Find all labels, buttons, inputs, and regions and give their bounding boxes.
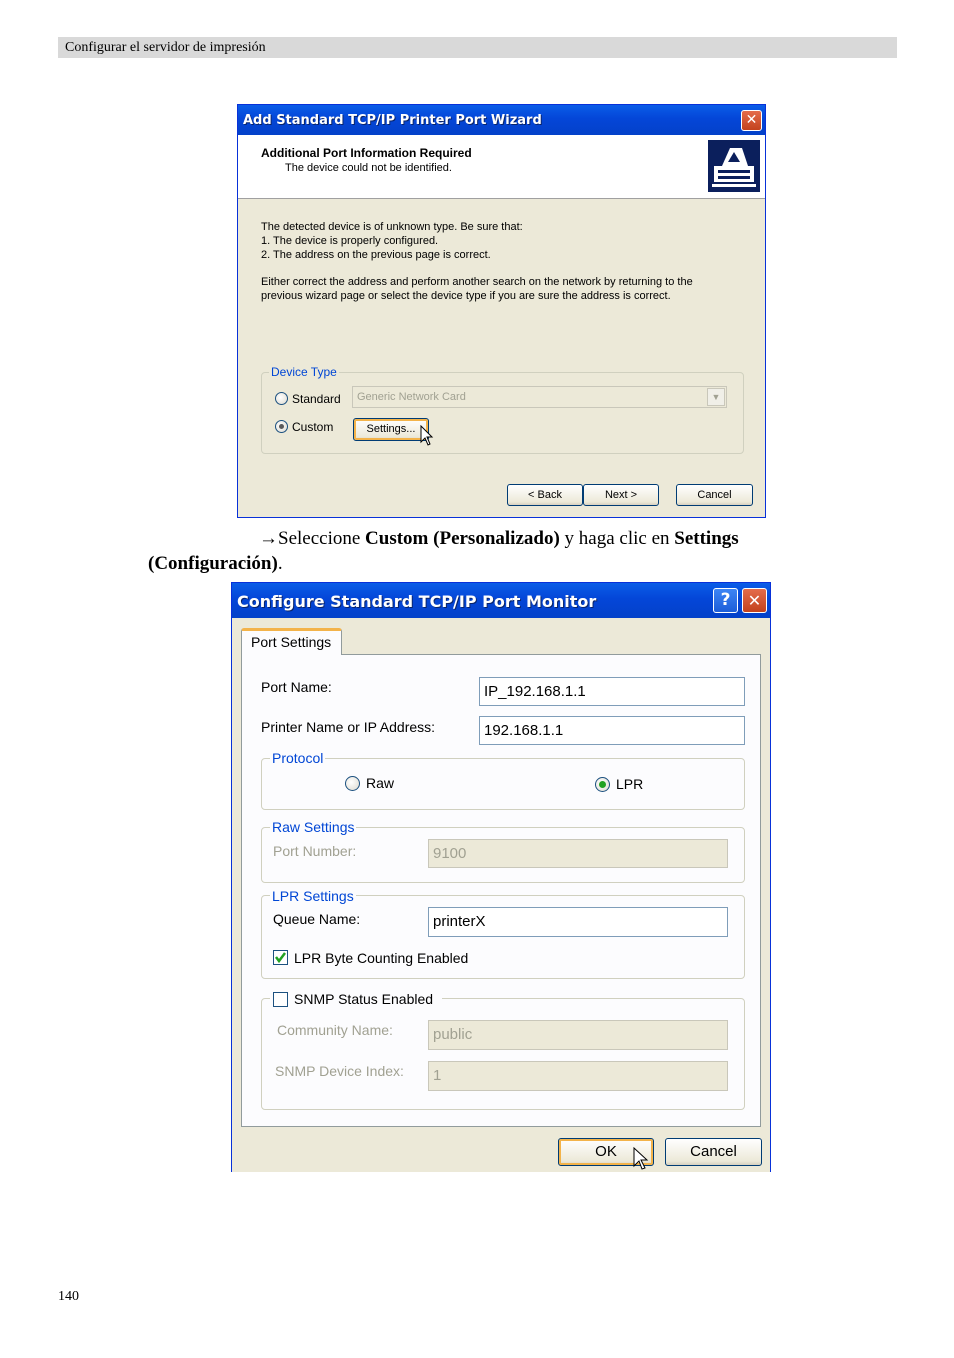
- wizard-body-para-1: Either correct the address and perform a…: [261, 276, 693, 288]
- queue-name-value: printerX: [433, 913, 486, 930]
- protocol-group: [261, 758, 745, 810]
- device-type-select[interactable]: Generic Network Card ▼: [352, 386, 727, 408]
- tab-panel: Port Name: IP_192.168.1.1 Printer Name o…: [241, 654, 761, 1127]
- tab-port-settings[interactable]: Port Settings: [241, 628, 342, 655]
- monitor-title: Configure Standard TCP/IP Port Monitor: [237, 592, 597, 611]
- device-type-label: Device Type: [269, 365, 339, 379]
- port-name-field[interactable]: IP_192.168.1.1: [479, 677, 745, 706]
- lpr-label: LPR: [616, 776, 644, 792]
- wizard-body-line-3: 2. The address on the previous page is c…: [261, 249, 491, 261]
- snmp-index-value: 1: [433, 1067, 442, 1084]
- queue-name-field[interactable]: printerX: [428, 907, 728, 937]
- lpr-radio[interactable]: [595, 777, 610, 792]
- custom-radio[interactable]: [275, 420, 288, 433]
- close-icon: ✕: [747, 591, 762, 610]
- port-name-value: IP_192.168.1.1: [484, 683, 586, 700]
- checkmark-icon: [275, 952, 286, 964]
- device-type-select-value: Generic Network Card: [357, 391, 466, 403]
- mouse-cursor-icon: [633, 1147, 649, 1170]
- lpr-settings-label: LPR Settings: [270, 888, 356, 904]
- raw-radio[interactable]: [345, 776, 360, 791]
- protocol-label: Protocol: [270, 750, 326, 766]
- caption-bold-3: (Configuración): [148, 553, 278, 574]
- caption-bold-2: Settings: [674, 528, 739, 549]
- community-name-value: public: [433, 1026, 473, 1043]
- page-number: 140: [58, 1289, 79, 1304]
- wizard-close-button[interactable]: ✕: [741, 110, 762, 131]
- wizard-heading: Additional Port Information Required: [261, 146, 472, 160]
- raw-label: Raw: [366, 775, 395, 791]
- custom-radio-dot: [279, 424, 284, 429]
- community-name-label: Community Name:: [277, 1022, 393, 1038]
- monitor-titlebar: Configure Standard TCP/IP Port Monitor ?…: [232, 583, 770, 618]
- page-header-title: Configurar el servidor de impresión: [65, 40, 266, 55]
- caption-text-3: .: [277, 553, 283, 574]
- arrow-icon: →: [259, 528, 278, 549]
- snmp-group: [261, 998, 745, 1110]
- port-number-value: 9100: [433, 845, 467, 862]
- device-type-group: [261, 372, 744, 454]
- printer-address-label: Printer Name or IP Address:: [261, 719, 436, 735]
- printer-network-icon: [708, 140, 760, 192]
- standard-radio[interactable]: [275, 392, 288, 405]
- port-wizard-window: Add Standard TCP/IP Printer Port Wizard …: [237, 104, 766, 518]
- caption-line-1: →Seleccione Custom (Personalizado) y hag…: [259, 528, 739, 550]
- tab-port-settings-label: Port Settings: [251, 634, 332, 650]
- next-button[interactable]: Next >: [583, 484, 659, 506]
- byte-counting-label: LPR Byte Counting Enabled: [294, 950, 469, 966]
- caption-bold-1: Custom (Personalizado): [365, 528, 560, 549]
- snmp-index-field[interactable]: 1: [428, 1061, 728, 1091]
- page-header: Configurar el servidor de impresión: [58, 37, 897, 58]
- lpr-radio-dot: [599, 781, 606, 788]
- queue-name-label: Queue Name:: [273, 911, 361, 927]
- raw-settings-label: Raw Settings: [270, 819, 357, 835]
- standard-label: Standard: [292, 392, 341, 406]
- printer-address-field[interactable]: 192.168.1.1: [479, 716, 745, 745]
- custom-label: Custom: [292, 420, 334, 434]
- wizard-subheading: The device could not be identified.: [285, 162, 452, 174]
- wizard-body-para-2: previous wizard page or select the devic…: [261, 290, 671, 302]
- chevron-down-icon: ▼: [707, 388, 725, 406]
- port-monitor-window: Configure Standard TCP/IP Port Monitor ?…: [231, 582, 771, 1172]
- wizard-body-line-1: The detected device is of unknown type. …: [261, 221, 523, 233]
- monitor-close-button[interactable]: ✕: [742, 588, 767, 613]
- byte-counting-checkbox[interactable]: [273, 950, 288, 965]
- community-name-field[interactable]: public: [428, 1020, 728, 1050]
- port-number-label: Port Number:: [273, 843, 357, 859]
- back-button[interactable]: < Back: [507, 484, 583, 506]
- printer-address-value: 192.168.1.1: [484, 722, 564, 739]
- wizard-header-panel: Additional Port Information Required The…: [238, 135, 765, 199]
- wizard-title: Add Standard TCP/IP Printer Port Wizard: [243, 113, 542, 128]
- snmp-label: SNMP Status Enabled: [294, 991, 434, 1007]
- settings-button[interactable]: Settings...: [353, 418, 429, 441]
- port-number-field[interactable]: 9100: [428, 839, 728, 868]
- port-name-label: Port Name:: [261, 679, 332, 695]
- wizard-cancel-button[interactable]: Cancel: [676, 484, 753, 506]
- monitor-cancel-button[interactable]: Cancel: [665, 1138, 762, 1166]
- snmp-index-label: SNMP Device Index:: [275, 1063, 404, 1079]
- caption-text-1: Seleccione: [278, 528, 366, 549]
- mouse-cursor-icon: [420, 425, 434, 446]
- snmp-checkbox[interactable]: [273, 992, 288, 1007]
- help-button[interactable]: ?: [713, 588, 738, 613]
- caption-text-2: y haga clic en: [559, 528, 675, 549]
- wizard-body-line-2: 1. The device is properly configured.: [261, 235, 439, 247]
- help-icon: ?: [720, 590, 731, 610]
- caption-line-2: (Configuración).: [148, 553, 283, 575]
- wizard-titlebar: Add Standard TCP/IP Printer Port Wizard …: [238, 105, 765, 135]
- close-icon: ✕: [745, 112, 758, 128]
